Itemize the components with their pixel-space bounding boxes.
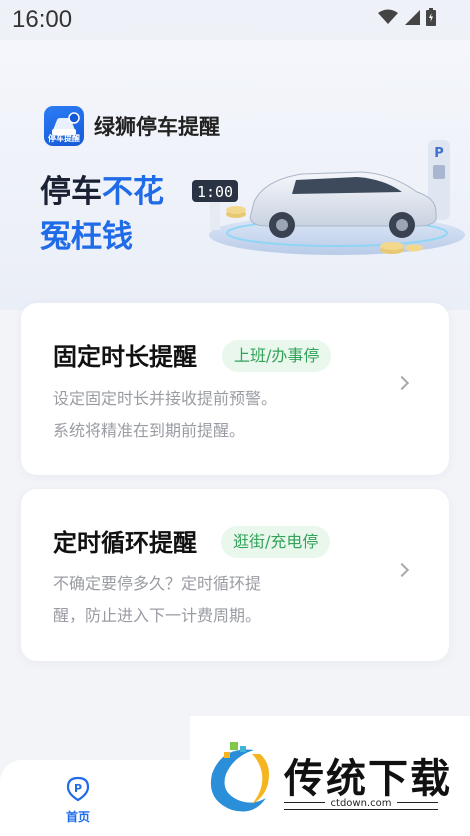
tab-home[interactable]: P 首页 [58, 776, 98, 825]
slogan-line2: 冤枉钱 [40, 219, 133, 255]
card-desc: 不确定要停多久？定时循环提 醒，防止进入下一计费周期。 [53, 568, 261, 632]
logo-text: 停车提醒 [48, 134, 80, 143]
meter-display: 1:00 [197, 183, 233, 201]
card-title: 定时循环提醒 [53, 529, 197, 557]
status-bar: 16:00 [0, 0, 470, 40]
watermark-text: 传统下载 [284, 756, 452, 802]
slogan: 停车不花 冤枉钱 [40, 170, 164, 260]
slogan-dark: 停车 [40, 174, 102, 210]
card-desc-line: 醒，防止进入下一计费周期。 [53, 606, 262, 625]
card-tag: 逛街/充电停 [221, 526, 331, 558]
status-time: 16:00 [12, 6, 73, 33]
watermark-url: ctdown.com [284, 798, 438, 810]
svg-text:P: P [434, 146, 444, 161]
status-icons [378, 8, 436, 26]
card-desc-line: 不确定要停多久？定时循环提 [53, 574, 262, 593]
watermark-logo-icon [210, 742, 269, 812]
chevron-right-icon [394, 375, 410, 391]
loop-reminder-card[interactable]: 定时循环提醒 逛街/充电停 不确定要停多久？定时循环提 醒，防止进入下一计费周期… [21, 489, 449, 661]
app-logo: 停车提醒 [44, 106, 84, 146]
fixed-duration-card[interactable]: 固定时长提醒 上班/办事停 设定固定时长并接收提前预警。 系统将精准在到期前提醒… [21, 303, 449, 475]
battery-icon [426, 8, 436, 26]
slogan-blue: 不花 [102, 174, 164, 210]
card-desc-line: 系统将精准在到期前提醒。 [53, 421, 246, 440]
card-desc-line: 设定固定时长并接收提前预警。 [53, 389, 278, 408]
card-title: 固定时长提醒 [53, 343, 197, 371]
tab-home-label: 首页 [65, 810, 90, 824]
parking-home-icon: P [66, 776, 90, 802]
signal-icon [405, 10, 420, 25]
car-illustration: 1:00 P [192, 140, 465, 255]
card-tag: 上班/办事停 [222, 340, 332, 372]
watermark-url-text: ctdown.com [324, 798, 398, 809]
svg-text:P: P [74, 782, 82, 795]
watermark: 传统下载 ctdown.com [190, 716, 470, 836]
chevron-right-icon [394, 562, 410, 578]
wifi-icon [378, 9, 398, 24]
card-desc: 设定固定时长并接收提前预警。 系统将精准在到期前提醒。 [53, 383, 277, 447]
